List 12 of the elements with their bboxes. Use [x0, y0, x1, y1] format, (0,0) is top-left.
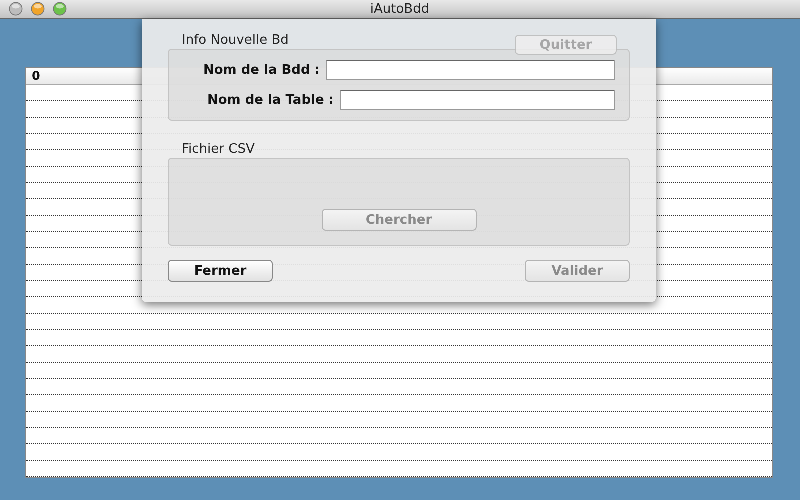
minimize-button[interactable] — [31, 2, 45, 16]
close-dialog-button[interactable]: Fermer — [168, 260, 273, 282]
input-field[interactable] — [326, 60, 615, 80]
group-title: Fichier CSV — [182, 141, 255, 158]
input-field[interactable] — [340, 90, 615, 110]
window-title: iAutoBdd — [370, 2, 430, 16]
field-label: Nom de la Table : — [207, 92, 334, 108]
column-header[interactable]: 0 — [32, 69, 40, 83]
field-label: Nom de la Bdd : — [203, 62, 320, 78]
group-title: Info Nouvelle Bd — [182, 32, 289, 49]
zoom-button[interactable] — [53, 2, 67, 16]
close-button[interactable] — [9, 2, 23, 16]
